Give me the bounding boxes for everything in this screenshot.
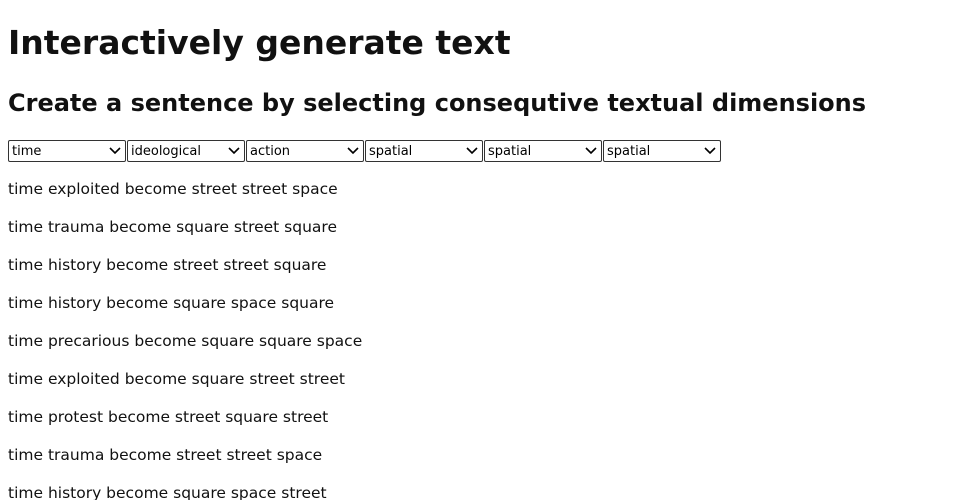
dimension-select-3[interactable]: action bbox=[246, 140, 364, 162]
generated-sentence: time trauma become street street space bbox=[8, 446, 323, 464]
chevron-down-icon bbox=[585, 145, 597, 157]
generated-sentences: time exploited become street street spac… bbox=[8, 178, 362, 500]
page-subtitle: Create a sentence by selecting consequti… bbox=[8, 89, 867, 117]
chevron-down-icon bbox=[466, 145, 478, 157]
dimension-select-1[interactable]: time bbox=[8, 140, 126, 162]
dimension-select-value: ideological bbox=[131, 143, 201, 159]
dimension-select-2[interactable]: ideological bbox=[127, 140, 245, 162]
dimension-select-value: action bbox=[250, 143, 291, 159]
generated-sentence: time history become square space square bbox=[8, 294, 335, 312]
chevron-down-icon bbox=[347, 145, 359, 157]
dimension-select-value: spatial bbox=[488, 143, 532, 159]
dimension-selects: time ideological action spatial spatial … bbox=[8, 140, 721, 162]
generated-sentence: time protest become street square street bbox=[8, 408, 329, 426]
dimension-select-6[interactable]: spatial bbox=[603, 140, 721, 162]
dimension-select-value: time bbox=[12, 143, 42, 159]
page-title: Interactively generate text bbox=[8, 23, 511, 62]
generated-sentence: time history become square space street bbox=[8, 484, 327, 500]
chevron-down-icon bbox=[704, 145, 716, 157]
generated-sentence: time exploited become street street spac… bbox=[8, 180, 338, 198]
dimension-select-5[interactable]: spatial bbox=[484, 140, 602, 162]
chevron-down-icon bbox=[228, 145, 240, 157]
chevron-down-icon bbox=[109, 145, 121, 157]
dimension-select-value: spatial bbox=[607, 143, 651, 159]
dimension-select-value: spatial bbox=[369, 143, 413, 159]
generated-sentence: time exploited become square street stre… bbox=[8, 370, 345, 388]
generated-sentence: time precarious become square square spa… bbox=[8, 332, 363, 350]
generated-sentence: time history become street street square bbox=[8, 256, 327, 274]
dimension-select-4[interactable]: spatial bbox=[365, 140, 483, 162]
generated-sentence: time trauma become square street square bbox=[8, 218, 337, 236]
